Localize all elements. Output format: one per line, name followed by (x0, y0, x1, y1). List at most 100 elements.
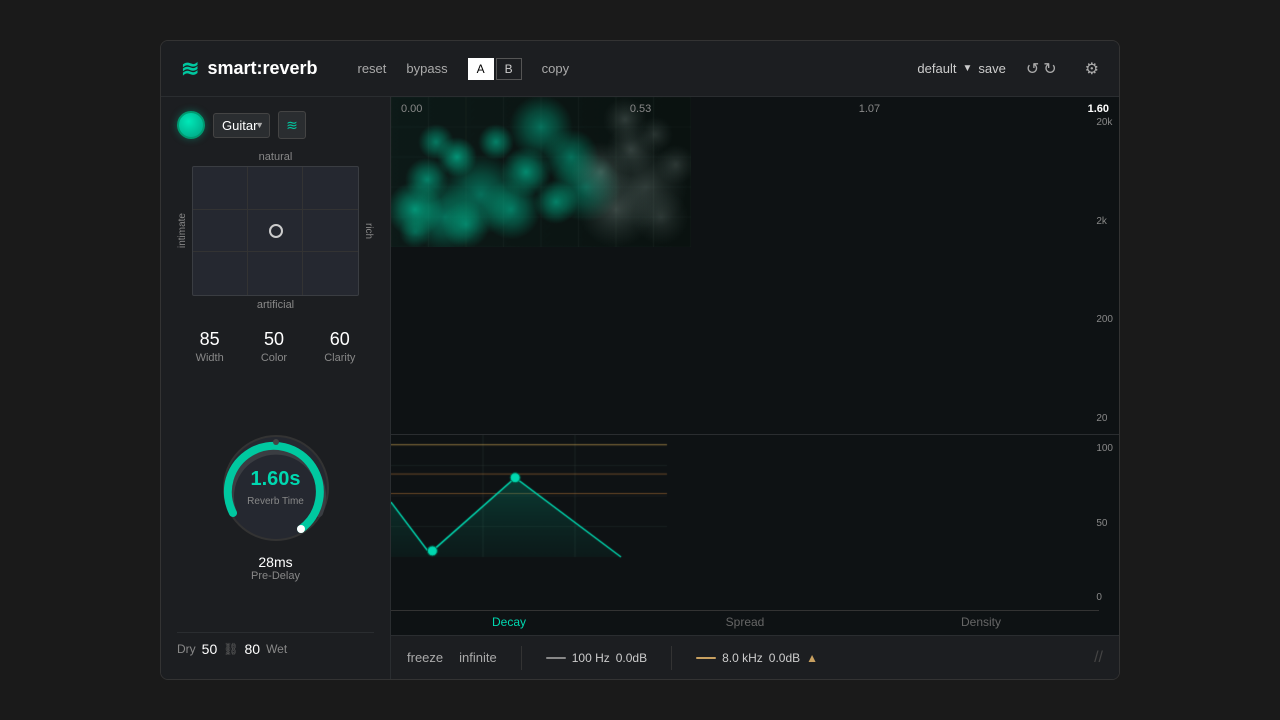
undo-button[interactable]: ↺ (1026, 59, 1039, 79)
envelope-spread-label[interactable]: Spread (627, 610, 863, 629)
freeze-button[interactable]: freeze (407, 650, 443, 665)
dry-wet-row: Dry 50 ⛓ 80 Wet (177, 632, 374, 665)
xy-label-natural: natural (177, 151, 374, 163)
reverb-time-value: 1.60s (247, 467, 304, 491)
clarity-label: Clarity (324, 352, 355, 364)
wet-value[interactable]: 80 (244, 641, 260, 657)
hi-db-value[interactable]: 0.0dB (769, 651, 800, 665)
infinite-button[interactable]: infinite (459, 650, 497, 665)
plugin-window: ≋ smart:reverb reset bypass A B copy def… (160, 40, 1120, 680)
viz-time-1: 0.53 (630, 103, 651, 115)
divider-2 (671, 646, 672, 670)
dry-value[interactable]: 50 (202, 641, 218, 657)
xy-label-artificial: artificial (177, 299, 374, 311)
xy-label-intimate: intimate (177, 213, 188, 248)
width-knob-item: 85 Width (196, 329, 224, 364)
logo-area: ≋ smart:reverb (181, 56, 318, 82)
instrument-select-wrap[interactable]: Guitar Piano Vocals Drums (213, 113, 270, 138)
viz-freq-2k: 2k (1096, 216, 1113, 227)
main-body: Guitar Piano Vocals Drums ≋ natural inti… (161, 97, 1119, 679)
env-freq-100: 100 (1096, 443, 1113, 454)
knob-row: 85 Width 50 Color 60 Clarity (177, 329, 374, 364)
xy-section: natural intimate rich artificial (177, 151, 374, 311)
hi-khz-value[interactable]: 8.0 kHz (722, 651, 763, 665)
reverb-time-label: Reverb Time (247, 496, 304, 507)
envelope-canvas (391, 435, 691, 585)
preset-arrow-icon[interactable]: ▼ (962, 63, 972, 74)
reverb-time-knob[interactable]: 1.60s Reverb Time (216, 428, 336, 548)
app-title: smart:reverb (207, 58, 317, 79)
envelope-decay-label[interactable]: Decay (391, 610, 627, 629)
envelope-section[interactable]: 100 50 0 Decay Spread Density (391, 435, 1119, 635)
color-knob-item: 50 Color (261, 329, 287, 364)
undo-redo-group: ↺ ↻ (1026, 59, 1057, 79)
hi-eq-item: 8.0 kHz 0.0dB ▲ (696, 651, 818, 665)
hi-eq-triangle-icon[interactable]: ▲ (806, 651, 818, 665)
bypass-button[interactable]: bypass (406, 61, 447, 76)
bottom-bar: freeze infinite 100 Hz 0.0dB 8.0 kHz (391, 635, 1119, 679)
xy-pad-wrap: intimate rich (177, 166, 374, 296)
viz-freq-labels: 20k 2k 200 20 (1096, 97, 1113, 434)
envelope-density-label[interactable]: Density (863, 610, 1099, 629)
pre-delay-label: Pre-Delay (251, 570, 300, 582)
viz-time-2: 1.07 (859, 103, 880, 115)
bottom-left-controls: freeze infinite (407, 650, 497, 665)
width-label: Width (196, 352, 224, 364)
dry-label: Dry (177, 642, 196, 656)
ab-group: A B (468, 58, 522, 80)
hi-eq-group: 8.0 kHz 0.0dB ▲ (696, 651, 818, 665)
preset-group: default ▼ save (917, 61, 1005, 76)
header: ≋ smart:reverb reset bypass A B copy def… (161, 41, 1119, 97)
env-freq-50: 50 (1096, 518, 1113, 529)
header-controls: reset bypass A B copy default ▼ save ↺ ↻… (358, 58, 1100, 80)
lo-db-value[interactable]: 0.0dB (616, 651, 647, 665)
clarity-knob-item: 60 Clarity (324, 329, 355, 364)
reverb-time-section: 1.60s Reverb Time 28ms Pre-Delay (177, 378, 374, 632)
viz-time-labels: 0.00 0.53 1.07 1.60 (391, 103, 1119, 115)
instrument-row: Guitar Piano Vocals Drums ≋ (177, 111, 374, 139)
save-button[interactable]: save (978, 61, 1005, 76)
lo-eq-group: 100 Hz 0.0dB (546, 651, 647, 665)
settings-icon[interactable]: ⚙ (1085, 59, 1099, 79)
color-value[interactable]: 50 (264, 329, 284, 350)
reset-button[interactable]: reset (358, 61, 387, 76)
divider-1 (521, 646, 522, 670)
width-value[interactable]: 85 (200, 329, 220, 350)
reverb-line-svg (391, 97, 691, 247)
viz-time-0: 0.00 (401, 103, 422, 115)
left-panel: Guitar Piano Vocals Drums ≋ natural inti… (161, 97, 391, 679)
copy-button[interactable]: copy (542, 61, 569, 76)
viz-freq-20k: 20k (1096, 117, 1113, 128)
knob-center-text: 1.60s Reverb Time (247, 467, 304, 509)
instrument-led (177, 111, 205, 139)
preset-name: default (917, 61, 956, 76)
pre-delay-row: 28ms Pre-Delay (251, 554, 300, 582)
viz-freq-200: 200 (1096, 314, 1113, 325)
envelope-section-labels: Decay Spread Density (391, 610, 1099, 629)
pre-delay-value[interactable]: 28ms (251, 554, 300, 570)
reverb-visualizer[interactable]: 0.00 0.53 1.07 1.60 20k 2k 200 20 (391, 97, 1119, 435)
viz-freq-20: 20 (1096, 413, 1113, 424)
redo-button[interactable]: ↻ (1043, 59, 1056, 79)
clarity-value[interactable]: 60 (330, 329, 350, 350)
ab-b-button[interactable]: B (496, 58, 522, 80)
link-icon[interactable]: ⛓ (223, 642, 238, 656)
ab-a-button[interactable]: A (468, 58, 494, 80)
color-label: Color (261, 352, 287, 364)
envelope-freq-labels: 100 50 0 (1096, 435, 1113, 611)
env-freq-0: 0 (1096, 592, 1113, 603)
instrument-select[interactable]: Guitar Piano Vocals Drums (213, 113, 270, 138)
xy-label-rich: rich (363, 223, 374, 239)
smart-mode-button[interactable]: ≋ (278, 111, 306, 139)
xy-pad[interactable] (192, 166, 359, 296)
xy-cursor[interactable] (269, 224, 283, 238)
lo-eq-icon (546, 657, 566, 659)
wet-label: Wet (266, 642, 287, 656)
right-panel: 0.00 0.53 1.07 1.60 20k 2k 200 20 (391, 97, 1119, 679)
logo-icon: ≋ (181, 56, 199, 82)
smart-mode-icon: ≋ (286, 117, 298, 134)
lo-eq-item: 100 Hz 0.0dB (546, 651, 647, 665)
watermark: // (1094, 649, 1103, 667)
lo-hz-value[interactable]: 100 Hz (572, 651, 610, 665)
hi-eq-icon (696, 657, 716, 659)
